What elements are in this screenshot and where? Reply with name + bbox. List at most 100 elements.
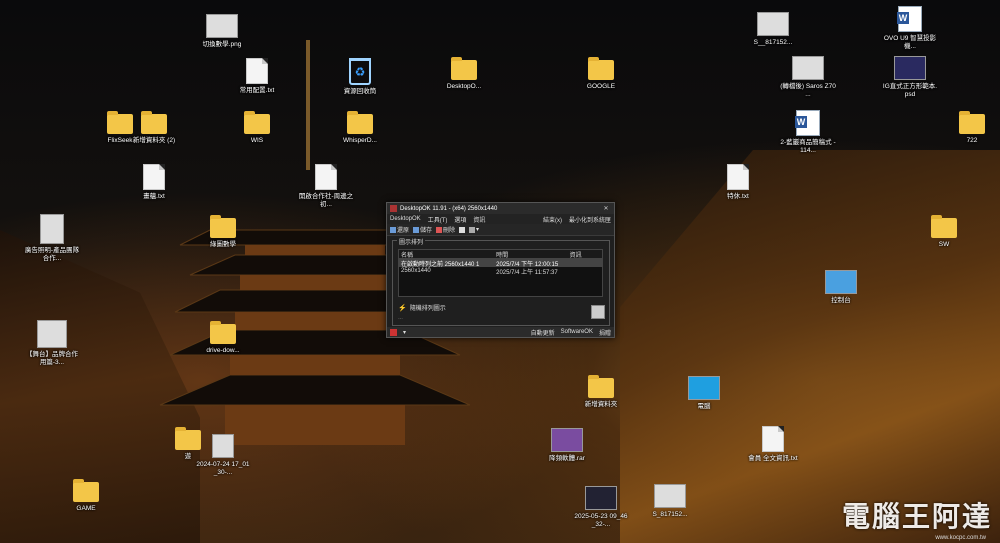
- desktop-icon-folder[interactable]: 新增資料夾: [573, 375, 629, 409]
- desktop-icon-word-doc[interactable]: OVO U9 智慧投影機...: [882, 6, 938, 51]
- desktop-icon-folder[interactable]: WhisperD...: [332, 111, 388, 145]
- toolbar: 還原 儲存 刪除 ▾: [387, 224, 614, 236]
- menu-exit[interactable]: 結束(x): [543, 215, 562, 224]
- desktop-icon-folder[interactable]: WIS: [229, 111, 285, 145]
- menu-bar: DesktopOK 工具(T) 選項 資訊 結束(x) 最小化到系統匣: [387, 214, 614, 224]
- control-panel-icon: [825, 270, 857, 294]
- image-file-icon: [792, 56, 824, 80]
- image-file-icon: [206, 14, 238, 38]
- desktop-icon-image[interactable]: S_817152...: [642, 484, 698, 519]
- archive-icon: [551, 428, 583, 452]
- softwareok-link[interactable]: SoftwareOK: [561, 329, 593, 335]
- folder-icon: [210, 321, 236, 344]
- menu-options[interactable]: 選項: [454, 215, 466, 224]
- desktop-icon-control-panel[interactable]: 控制台: [813, 270, 869, 305]
- column-header-time[interactable]: 時間: [494, 250, 568, 259]
- word-doc-icon: [897, 6, 922, 32]
- save-button[interactable]: 儲存: [413, 225, 432, 234]
- auto-update-link[interactable]: 自動更新: [531, 328, 555, 337]
- view-dropdown[interactable]: ▾: [469, 226, 479, 233]
- desktop-icon-image[interactable]: 【舞台】品牌合作用篇-3...: [24, 320, 80, 367]
- menu-tools[interactable]: 工具(T): [428, 215, 448, 224]
- desktop-icon-folder[interactable]: DesktopO...: [436, 57, 492, 91]
- group-title: 圖示排列: [397, 237, 426, 246]
- music-file-icon: [315, 164, 337, 190]
- folder-icon: [588, 57, 614, 80]
- desktop-icon-image[interactable]: IG直式正方形範本.psd: [882, 56, 938, 99]
- folder-icon: [959, 111, 985, 134]
- desktop-icon-image[interactable]: 2024-07-24 17_01_30-...: [195, 434, 251, 477]
- menu-minimize-to-tray[interactable]: 最小化到系統匣: [569, 215, 611, 224]
- status-bar: ▾ 自動更新 SoftwareOK 捐贈: [387, 327, 614, 337]
- desktop-icon-text-file[interactable]: 畫蘊.txt: [126, 164, 182, 201]
- image-file-icon: [757, 12, 789, 36]
- desktop-icon-music-file[interactable]: 開啟合作社-周邊之初...: [298, 164, 354, 209]
- folder-icon: [451, 57, 477, 80]
- image-file-icon: [894, 56, 926, 80]
- column-header-name[interactable]: 名稱: [399, 250, 494, 259]
- restore-icon: [390, 226, 396, 233]
- delete-button[interactable]: 刪除: [436, 225, 455, 234]
- desktop-icon-folder[interactable]: GAME: [58, 479, 114, 513]
- preview-icon[interactable]: [591, 305, 605, 319]
- text-file-icon: [762, 426, 784, 452]
- text-file-icon: [727, 164, 749, 190]
- menu-desktopok[interactable]: DesktopOK: [390, 216, 421, 222]
- desktop-icon-image[interactable]: S__817152...: [745, 12, 801, 47]
- image-file-icon: [212, 434, 234, 458]
- desktop-icon-text-file[interactable]: 會員 全文資訊.txt: [745, 426, 801, 463]
- folder-icon: [73, 479, 99, 502]
- column-header-info[interactable]: 資訊: [568, 250, 602, 259]
- desktop-icon-image[interactable]: 廣告照明-產品團隊合作...: [24, 214, 80, 263]
- restore-button[interactable]: 還原: [390, 225, 409, 234]
- watermark-url: www.kocpc.com.tw: [935, 535, 986, 541]
- image-file-icon: [40, 214, 64, 244]
- desktop-icon-folder[interactable]: 722: [944, 111, 1000, 145]
- desktop-icon-text-file[interactable]: 常用配置.txt: [229, 58, 285, 95]
- desktop-icon-archive[interactable]: 降頻軟體.rar: [539, 428, 595, 463]
- watermark-logo: 電腦王阿達: [841, 501, 992, 532]
- desktopok-window: DesktopOK 11.91 - (x64) 2560x1440 ✕ Desk…: [386, 202, 615, 338]
- folder-icon: [347, 111, 373, 134]
- image-file-icon: [585, 486, 617, 510]
- dropdown-arrow-icon[interactable]: ▾: [403, 329, 406, 336]
- desktop-icon-recycle-bin[interactable]: ♻ 資源回收筒: [332, 58, 388, 96]
- lightning-icon: ⚡: [398, 304, 407, 312]
- window-title: DesktopOK 11.91 - (x64) 2560x1440: [400, 205, 498, 212]
- folder-icon: [588, 375, 614, 398]
- computer-icon: [688, 376, 720, 400]
- desktop-icon-word-doc[interactable]: 2-藍巖商品簡稿式 - 114...: [780, 110, 836, 155]
- menu-info[interactable]: 資訊: [473, 215, 485, 224]
- save-icon: [413, 226, 420, 233]
- close-button[interactable]: ✕: [601, 205, 611, 212]
- app-icon: [390, 205, 397, 212]
- ellipsis-icon: …: [398, 315, 403, 321]
- word-doc-icon: [795, 110, 820, 136]
- desktop-icon-text-file[interactable]: 特休.txt: [710, 164, 766, 201]
- app-status-icon[interactable]: [390, 328, 397, 336]
- desktop-icon-image[interactable]: 2025-05-23 09_46_32-...: [573, 486, 629, 529]
- saved-layout-list[interactable]: 名稱 時間 資訊 在啟動時列之前 2560x1440 1 2025/7/4 下午…: [398, 249, 603, 297]
- grid-icon: [469, 226, 476, 233]
- desktop-icon-image[interactable]: 切換數學.png: [194, 14, 250, 49]
- image-file-icon: [37, 320, 67, 348]
- desktop-icon-folder[interactable]: SW: [916, 215, 972, 249]
- folder-icon: [244, 111, 270, 134]
- text-file-icon: [246, 58, 268, 84]
- recycle-bin-icon: ♻: [349, 58, 371, 85]
- chart-icon: [459, 226, 466, 233]
- desktop-icon-image[interactable]: (轉檔後) Saros Z70 ...: [780, 56, 836, 99]
- auto-arrange-option[interactable]: ⚡ 隨機排列圖示: [398, 303, 446, 313]
- table-row[interactable]: 2560x1440 2025/7/4 上午 11:57:37: [399, 267, 602, 276]
- chart-button[interactable]: [459, 226, 466, 233]
- desktop-icon-folder[interactable]: drive-dow...: [195, 321, 251, 355]
- image-file-icon: [654, 484, 686, 508]
- desktop-icon-this-pc[interactable]: 電腦: [676, 376, 732, 411]
- donate-link[interactable]: 捐贈: [599, 328, 611, 337]
- window-titlebar[interactable]: DesktopOK 11.91 - (x64) 2560x1440 ✕: [387, 203, 614, 214]
- desktop-icon-folder[interactable]: 綠圖數學: [195, 215, 251, 249]
- desktop-icon-folder[interactable]: GOOGLE: [573, 57, 629, 91]
- folder-icon: [141, 111, 167, 134]
- desktop-icon-folder[interactable]: 新增資料夾 (2): [126, 111, 182, 145]
- folder-icon: [931, 215, 957, 238]
